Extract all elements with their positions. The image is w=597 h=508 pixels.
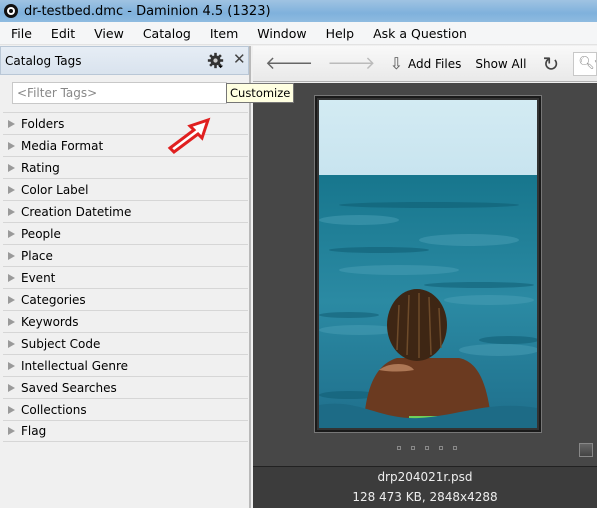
add-files-button[interactable]: ⇩ Add Files <box>390 54 462 73</box>
annotation-arrow-icon <box>167 117 211 154</box>
menu-file[interactable]: File <box>0 26 40 41</box>
add-files-label: Add Files <box>407 56 462 71</box>
expand-icon[interactable] <box>8 251 15 260</box>
tag-item-event[interactable]: Event <box>3 266 248 288</box>
tag-label: Event <box>21 270 56 285</box>
file-name: drp204021r.psd <box>377 470 473 484</box>
close-icon[interactable]: ✕ <box>233 50 246 68</box>
tag-label: Subject Code <box>21 336 101 351</box>
expand-icon[interactable] <box>8 361 15 370</box>
filter-tags-input[interactable]: <Filter Tags> <box>12 82 227 104</box>
expand-icon[interactable] <box>8 119 15 128</box>
menu-item[interactable]: Item <box>199 26 246 41</box>
tag-label: Folders <box>21 116 65 131</box>
preview-image[interactable] <box>319 100 537 428</box>
image-frame <box>314 95 542 433</box>
expand-icon[interactable] <box>8 185 15 194</box>
refresh-icon[interactable]: ↻ <box>542 52 559 76</box>
tag-item-categories[interactable]: Categories <box>3 288 248 310</box>
tag-label: Creation Datetime <box>21 204 132 219</box>
expand-icon[interactable] <box>8 141 15 150</box>
tag-label: People <box>21 226 61 241</box>
expand-icon[interactable] <box>8 427 15 435</box>
file-details: 128 473 KB, 2848x4288 <box>352 490 498 504</box>
quick-search-input[interactable]: 🔍︎▾ Quick Se <box>573 51 597 76</box>
page-dot[interactable] <box>453 446 457 450</box>
menu-bar: File Edit View Catalog Item Window Help … <box>0 22 597 45</box>
tag-item-subject-code[interactable]: Subject Code <box>3 332 248 354</box>
tag-item-flag[interactable]: Flag <box>3 420 248 442</box>
tag-label: Flag <box>21 424 47 438</box>
expand-icon[interactable] <box>8 229 15 238</box>
tag-label: Collections <box>21 402 87 417</box>
image-viewer <box>253 83 597 466</box>
arrow-right-icon[interactable]: 🡒 <box>327 53 375 74</box>
expand-icon[interactable] <box>8 207 15 216</box>
menu-edit[interactable]: Edit <box>40 26 83 41</box>
tag-label: Place <box>21 248 53 263</box>
expand-icon[interactable] <box>8 317 15 326</box>
menu-window[interactable]: Window <box>246 26 314 41</box>
panel-title: Catalog Tags <box>5 53 82 68</box>
menu-catalog[interactable]: Catalog <box>132 26 199 41</box>
toolbar: 🡐 🡒 ⇩ Add Files Show All ↻ 🔍︎▾ Quick Se <box>253 46 597 82</box>
select-checkbox[interactable] <box>579 443 593 457</box>
menu-view[interactable]: View <box>83 26 132 41</box>
title-bar: dr-testbed.dmc - Daminion 4.5 (1323) <box>0 0 597 22</box>
expand-icon[interactable] <box>8 405 15 414</box>
panel-header: Catalog Tags ✕ <box>0 46 249 75</box>
tag-item-color-label[interactable]: Color Label <box>3 178 248 200</box>
search-icon[interactable]: 🔍︎▾ <box>578 56 596 71</box>
window-title: dr-testbed.dmc - Daminion 4.5 (1323) <box>24 3 271 19</box>
page-dot[interactable] <box>411 446 415 450</box>
expand-icon[interactable] <box>8 163 15 172</box>
file-info-bar: drp204021r.psd 128 473 KB, 2848x4288 <box>253 466 597 508</box>
expand-icon[interactable] <box>8 273 15 282</box>
tag-item-saved-searches[interactable]: Saved Searches <box>3 376 248 398</box>
tag-item-keywords[interactable]: Keywords <box>3 310 248 332</box>
expand-icon[interactable] <box>8 295 15 304</box>
customize-tooltip: Customize <box>226 83 295 103</box>
tag-item-intellectual-genre[interactable]: Intellectual Genre <box>3 354 248 376</box>
tag-list: Folders Media Format Rating Color Label … <box>3 112 248 442</box>
tag-item-people[interactable]: People <box>3 222 248 244</box>
tag-label: Color Label <box>21 182 89 197</box>
catalog-tags-panel: Catalog Tags ✕ <Filter Tags> Folders Med… <box>0 46 251 508</box>
app-icon <box>4 4 18 18</box>
arrow-left-icon[interactable]: 🡐 <box>265 53 313 74</box>
tag-label: Saved Searches <box>21 380 117 395</box>
tag-item-creation-datetime[interactable]: Creation Datetime <box>3 200 248 222</box>
tag-item-collections[interactable]: Collections <box>3 398 248 420</box>
gear-icon[interactable] <box>207 52 224 69</box>
show-all-button[interactable]: Show All <box>475 57 526 71</box>
download-arrow-icon: ⇩ <box>389 54 403 73</box>
menu-ask-question[interactable]: Ask a Question <box>362 26 475 41</box>
tag-label: Intellectual Genre <box>21 358 129 373</box>
tag-label: Rating <box>21 160 60 175</box>
page-dot[interactable] <box>439 446 443 450</box>
tag-label: Media Format <box>21 138 104 153</box>
page-dot[interactable] <box>397 446 401 450</box>
tag-label: Categories <box>21 292 86 307</box>
page-dot[interactable] <box>425 446 429 450</box>
expand-icon[interactable] <box>8 339 15 348</box>
menu-help[interactable]: Help <box>315 26 363 41</box>
tag-item-place[interactable]: Place <box>3 244 248 266</box>
tag-item-rating[interactable]: Rating <box>3 156 248 178</box>
expand-icon[interactable] <box>8 383 15 392</box>
tag-label: Keywords <box>21 314 79 329</box>
pagination-dots <box>397 446 457 450</box>
